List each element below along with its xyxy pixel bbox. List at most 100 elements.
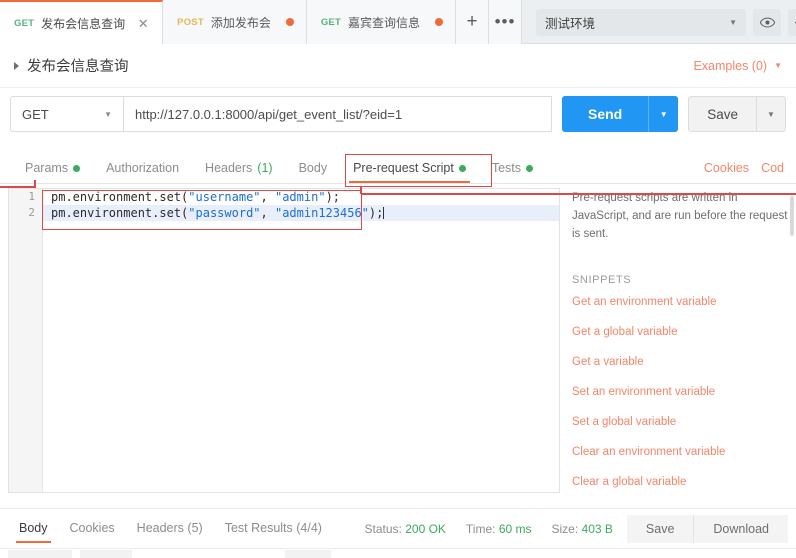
page-title: 发布会信息查询 <box>27 59 129 75</box>
method-selector-value: GET <box>22 106 49 122</box>
chevron-down-icon: ▼ <box>659 109 668 119</box>
tab-authorization[interactable]: Authorization <box>93 161 192 183</box>
status-badge: 200 OK <box>405 521 446 536</box>
green-dot-icon <box>458 164 466 172</box>
pre-request-script-editor[interactable]: 1 2 pm.environment.set("username", "admi… <box>8 188 560 493</box>
save-button[interactable]: Save <box>688 96 756 132</box>
request-section-tabs: Params Authorization Headers (1) Body Pr… <box>0 152 796 184</box>
unsaved-dot-icon[interactable] <box>435 18 443 26</box>
ellipsis-icon: ••• <box>494 12 516 31</box>
code-token: ); <box>325 190 341 204</box>
save-options-button[interactable]: ▼ <box>756 96 786 132</box>
snippet-get-global-variable[interactable]: Get a global variable <box>572 326 794 338</box>
response-tab-test-results-count: (4/4) <box>296 521 322 535</box>
environment-controls: 测试环境 ▼ <box>522 0 796 44</box>
text-cursor <box>383 207 385 219</box>
line-number: 2 <box>28 206 35 219</box>
tab-headers[interactable]: Headers (1) <box>192 161 286 183</box>
examples-label: Examples (0) <box>693 58 768 73</box>
tab-body[interactable]: Body <box>286 161 341 183</box>
response-tab-body[interactable]: Body <box>8 511 59 546</box>
response-tab-body-label: Body <box>19 521 48 535</box>
code-token: pm.environment.set( <box>51 206 189 220</box>
snippets-list: Get an environment variable Get a global… <box>572 296 794 488</box>
size-label: Size: <box>551 521 579 536</box>
response-body-control-c[interactable] <box>285 550 331 558</box>
tab-body-label: Body <box>298 161 328 175</box>
tab-options-button[interactable]: ••• <box>489 0 522 44</box>
tab-params-label: Params <box>25 161 69 175</box>
code-link[interactable]: Cod <box>761 161 784 175</box>
status-group: Status: 200 OK <box>365 522 446 536</box>
close-icon[interactable]: ✕ <box>136 17 150 30</box>
response-tab-test-results-label: Test Results <box>224 521 293 535</box>
request-tabs-right-links: Cookies Cod <box>704 161 784 183</box>
script-help-description: Pre-request scripts are written in JavaS… <box>572 192 788 240</box>
snippet-clear-environment-variable[interactable]: Clear an environment variable <box>572 446 794 458</box>
collapse-triangle-icon[interactable] <box>14 61 19 70</box>
time-value: 60 ms <box>498 521 532 536</box>
eye-icon <box>759 16 775 28</box>
time-group: Time: 60 ms <box>466 522 532 536</box>
tab-tests[interactable]: Tests <box>479 161 546 183</box>
time-label: Time: <box>465 521 496 536</box>
snippet-get-environment-variable[interactable]: Get an environment variable <box>572 296 794 308</box>
code-string: "password" <box>188 206 261 220</box>
tab-headers-label: Headers <box>205 161 253 175</box>
snippets-scrollbar[interactable] <box>790 196 794 236</box>
chevron-down-icon: ▼ <box>104 109 112 119</box>
snippet-get-variable[interactable]: Get a variable <box>572 356 794 368</box>
request-tab-3[interactable]: GET 嘉宾查询信息 <box>306 0 456 44</box>
send-group: Send ▼ <box>561 96 679 132</box>
request-tab-1-label: 发布会信息查询 <box>41 16 126 31</box>
response-body-control-b[interactable] <box>80 550 132 558</box>
code-line-2: pm.environment.set("password", "admin123… <box>43 205 559 221</box>
snippets-heading: SNIPPETS <box>572 274 632 287</box>
chevron-down-icon: ▼ <box>729 17 737 27</box>
response-tab-test-results[interactable]: Test Results (4/4) <box>214 511 333 546</box>
response-save-button[interactable]: Save <box>626 514 694 543</box>
editor-code-area[interactable]: pm.environment.set("username", "admin");… <box>43 189 559 492</box>
environment-selector[interactable]: 测试环境 ▼ <box>536 8 746 36</box>
plus-icon: + <box>466 11 478 32</box>
snippet-clear-global-variable[interactable]: Clear a global variable <box>572 476 794 488</box>
response-tab-cookies[interactable]: Cookies <box>59 511 126 546</box>
response-tab-headers[interactable]: Headers (5) <box>126 511 214 546</box>
snippet-set-environment-variable[interactable]: Set an environment variable <box>572 386 794 398</box>
request-tab-2-method: POST <box>177 16 204 28</box>
response-tab-headers-label: Headers <box>136 521 184 535</box>
method-selector[interactable]: GET ▼ <box>10 96 123 132</box>
cookies-link[interactable]: Cookies <box>704 161 749 175</box>
environment-settings-button[interactable] <box>788 8 796 36</box>
send-button[interactable]: Send <box>561 96 649 132</box>
send-options-button[interactable]: ▼ <box>648 96 679 132</box>
examples-link[interactable]: Examples (0) ▼ <box>693 59 782 73</box>
environment-quick-look-button[interactable] <box>753 8 781 36</box>
status-label: Status: <box>364 521 402 536</box>
response-body-control-a[interactable] <box>8 550 72 558</box>
code-token: ); <box>368 206 384 220</box>
chevron-down-icon: ▼ <box>767 109 775 119</box>
response-download-button[interactable]: Download <box>693 514 788 543</box>
tab-authorization-label: Authorization <box>106 161 180 175</box>
size-value: 403 B <box>581 521 613 536</box>
response-meta: Status: 200 OK Time: 60 ms Size: 403 B <box>365 522 627 536</box>
code-string: "admin" <box>274 190 326 204</box>
code-token: pm.environment.set( <box>51 190 189 204</box>
response-tab-cookies-label: Cookies <box>69 521 115 535</box>
request-tab-1[interactable]: GET 发布会信息查询 ✕ <box>0 0 164 44</box>
code-string: "admin123456" <box>274 206 369 220</box>
green-dot-icon <box>73 164 81 172</box>
code-string: "username" <box>188 190 261 204</box>
url-input[interactable]: http://127.0.0.1:8000/api/get_event_list… <box>123 96 552 132</box>
tab-params[interactable]: Params <box>12 161 93 183</box>
unsaved-dot-icon[interactable] <box>285 18 294 26</box>
snippet-set-global-variable[interactable]: Set a global variable <box>572 416 794 428</box>
green-dot-icon <box>526 164 533 172</box>
tab-pre-request-script[interactable]: Pre-request Script <box>340 161 479 183</box>
request-tab-2[interactable]: POST 添加发布会 <box>163 0 307 44</box>
request-tab-3-label: 嘉宾查询信息 <box>347 15 420 30</box>
request-tab-2-label: 添加发布会 <box>210 15 271 30</box>
new-tab-button[interactable]: + <box>456 0 489 44</box>
line-number: 1 <box>28 190 35 203</box>
